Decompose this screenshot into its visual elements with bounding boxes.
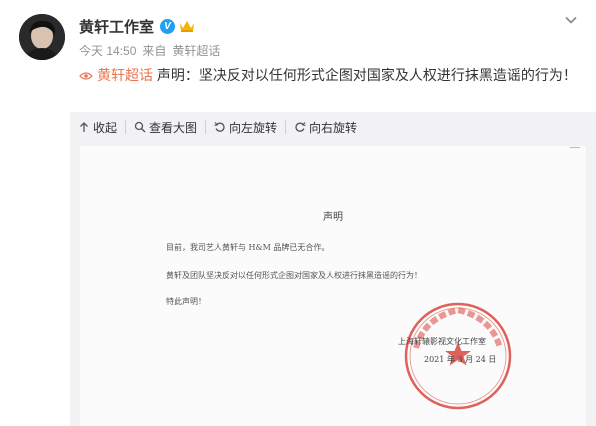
media-toolbar: 收起 查看大图 向左旋转 向右旋转 xyxy=(70,112,596,142)
collapse-button[interactable]: 收起 xyxy=(70,120,125,135)
topic-link[interactable]: 黄轩超话 xyxy=(97,67,153,83)
post-body: 声明：坚决反对以任何形式企图对国家及人权进行抹黑造谣的行为！ xyxy=(156,67,577,83)
verified-v-icon: V xyxy=(160,18,176,34)
avatar[interactable] xyxy=(19,14,65,60)
rotate-left-icon xyxy=(214,122,225,132)
page-corner-mark xyxy=(570,147,580,154)
post-text: 黄轩超话 声明：坚决反对以任何形式企图对国家及人权进行抹黑造谣的行为！ xyxy=(79,63,579,87)
media-panel: 收起 查看大图 向左旋转 向右旋转 声明 目前，我司艺人黄轩与 H&M 品牌已无… xyxy=(70,112,596,426)
source-prefix: 来自 xyxy=(142,44,167,58)
view-large-label: 查看大图 xyxy=(149,120,198,135)
rotate-right-icon xyxy=(295,122,306,132)
signer-name: 上海轩辕影视文化工作室 xyxy=(398,337,486,346)
chevron-down-icon[interactable] xyxy=(564,13,578,27)
avatar-image xyxy=(19,14,65,60)
statement-line-1: 目前，我司艺人黄轩与 H&M 品牌已无合作。 xyxy=(166,243,330,252)
statement-image[interactable]: 声明 目前，我司艺人黄轩与 H&M 品牌已无合作。 黄轩及团队坚决反对以任何形式… xyxy=(80,146,586,426)
post-meta: 今天 14:50 来自 黄轩超话 xyxy=(79,42,220,59)
signature-date: 2021 年 3 月 24 日 xyxy=(424,355,497,364)
rotate-left-label: 向左旋转 xyxy=(229,120,278,135)
rotate-right-button[interactable]: 向右旋转 xyxy=(285,120,365,135)
statement-line-2: 黄轩及团队坚决反对以任何形式企图对国家及人权进行抹黑造谣的行为！ xyxy=(166,271,422,280)
statement-line-3: 特此声明！ xyxy=(166,297,206,306)
author-row: 黄轩工作室 V xyxy=(79,15,195,37)
view-large-button[interactable]: 查看大图 xyxy=(125,120,205,135)
post-source[interactable]: 黄轩超话 xyxy=(172,42,220,59)
weibo-post-card: 黄轩工作室 V 今天 14:50 来自 黄轩超话 黄轩超话 声明：坚决反对以任何… xyxy=(0,0,596,426)
collapse-label: 收起 xyxy=(93,120,118,135)
vip-crown-icon[interactable] xyxy=(179,19,195,33)
rotate-right-label: 向右旋转 xyxy=(309,120,358,135)
rotate-left-button[interactable]: 向左旋转 xyxy=(205,120,285,135)
super-topic-eye-icon xyxy=(79,72,93,80)
magnifier-icon xyxy=(134,121,146,133)
collapse-arrow-icon xyxy=(80,122,88,132)
post-time[interactable]: 今天 14:50 xyxy=(79,42,136,59)
author-name[interactable]: 黄轩工作室 xyxy=(79,16,154,37)
statement-title: 声明 xyxy=(323,212,343,223)
